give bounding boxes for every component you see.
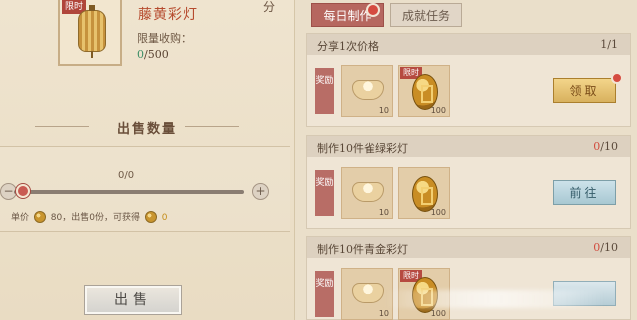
reward-quantity: 10 (378, 208, 389, 217)
price-line: 单价 80，出售0份，可获得 0 (11, 210, 167, 224)
gold-coin-icon (412, 176, 438, 212)
sell-button[interactable]: 出售 (84, 285, 182, 315)
task-progress-total: /10 (600, 241, 618, 254)
tab-achievement-tasks[interactable]: 成就任务 (390, 3, 462, 27)
sale-summary: ，出售0份，可获得 (62, 213, 140, 223)
quantity-slider-box: 0/0 − + 单价 80，出售0份，可获得 0 (0, 146, 290, 232)
price-prefix: 单价 (11, 213, 30, 223)
notification-dot (366, 3, 380, 17)
task-name: 制作10件青金彩灯 (317, 243, 408, 256)
reward-tag: 奖励 (315, 170, 334, 216)
task-name: 制作10件雀绿彩灯 (317, 142, 408, 155)
quantity-slider[interactable] (14, 190, 244, 194)
reward-silver: 10 (341, 65, 393, 117)
slider-knob[interactable] (16, 184, 30, 198)
price-value: 80 (50, 213, 63, 223)
reward-silver: 10 (341, 167, 393, 219)
quantity-count: 0/0 (118, 170, 135, 181)
reward-quantity: 100 (430, 208, 446, 217)
task-progress-total: /10 (600, 140, 618, 153)
purchase-current: 0 (137, 48, 144, 61)
item-name: 藤黄彩灯 (138, 7, 198, 23)
gain-value: 0 (161, 213, 168, 223)
notification-dot (611, 72, 623, 84)
reward-gold: 限时 100 (398, 65, 450, 117)
go-button[interactable]: 前往 (553, 180, 616, 205)
reward-tag: 奖励 (315, 68, 334, 114)
reward-quantity: 10 (378, 106, 389, 115)
silver-ingot-icon (352, 80, 384, 100)
lantern-icon (78, 5, 106, 58)
silver-ingot-icon (352, 283, 384, 303)
coin-icon (33, 211, 46, 223)
task-progress: 0/10 (593, 140, 618, 153)
silver-ingot-icon (352, 182, 384, 202)
claim-button[interactable]: 领取 (553, 78, 616, 103)
increase-button[interactable]: + (252, 183, 269, 200)
sale-panel: 限时 藤黄彩灯 限量收购： 0/500 分 出售数量 0/0 − + 单价 80… (0, 0, 294, 320)
reward-gold: 100 (398, 167, 450, 219)
task-card-green-lantern: 制作10件雀绿彩灯 0/10 奖励 10 100 前往 (306, 135, 631, 229)
corner-glyph: 分 (263, 0, 276, 14)
reward-tag: 奖励 (315, 271, 334, 317)
task-name: 分享1次价格 (317, 40, 379, 53)
quantity-title: 出售数量 (0, 118, 294, 137)
task-card-share: 分享1次价格 1/1 奖励 10 限时 100 领取 (306, 33, 631, 127)
reward-quantity: 10 (378, 309, 389, 318)
gold-coin-icon (412, 74, 438, 110)
task-progress: 1/1 (600, 38, 618, 51)
purchase-limit-value: 0/500 (137, 48, 169, 61)
reward-quantity: 100 (430, 309, 446, 318)
purchase-total: /500 (144, 48, 169, 61)
item-card: 限时 (58, 0, 122, 66)
task-progress: 0/10 (593, 241, 618, 254)
purchase-limit-label: 限量收购： (137, 32, 192, 45)
reward-quantity: 100 (430, 106, 446, 115)
blurred-watermark (385, 290, 605, 308)
gain-coin-icon (144, 211, 157, 223)
